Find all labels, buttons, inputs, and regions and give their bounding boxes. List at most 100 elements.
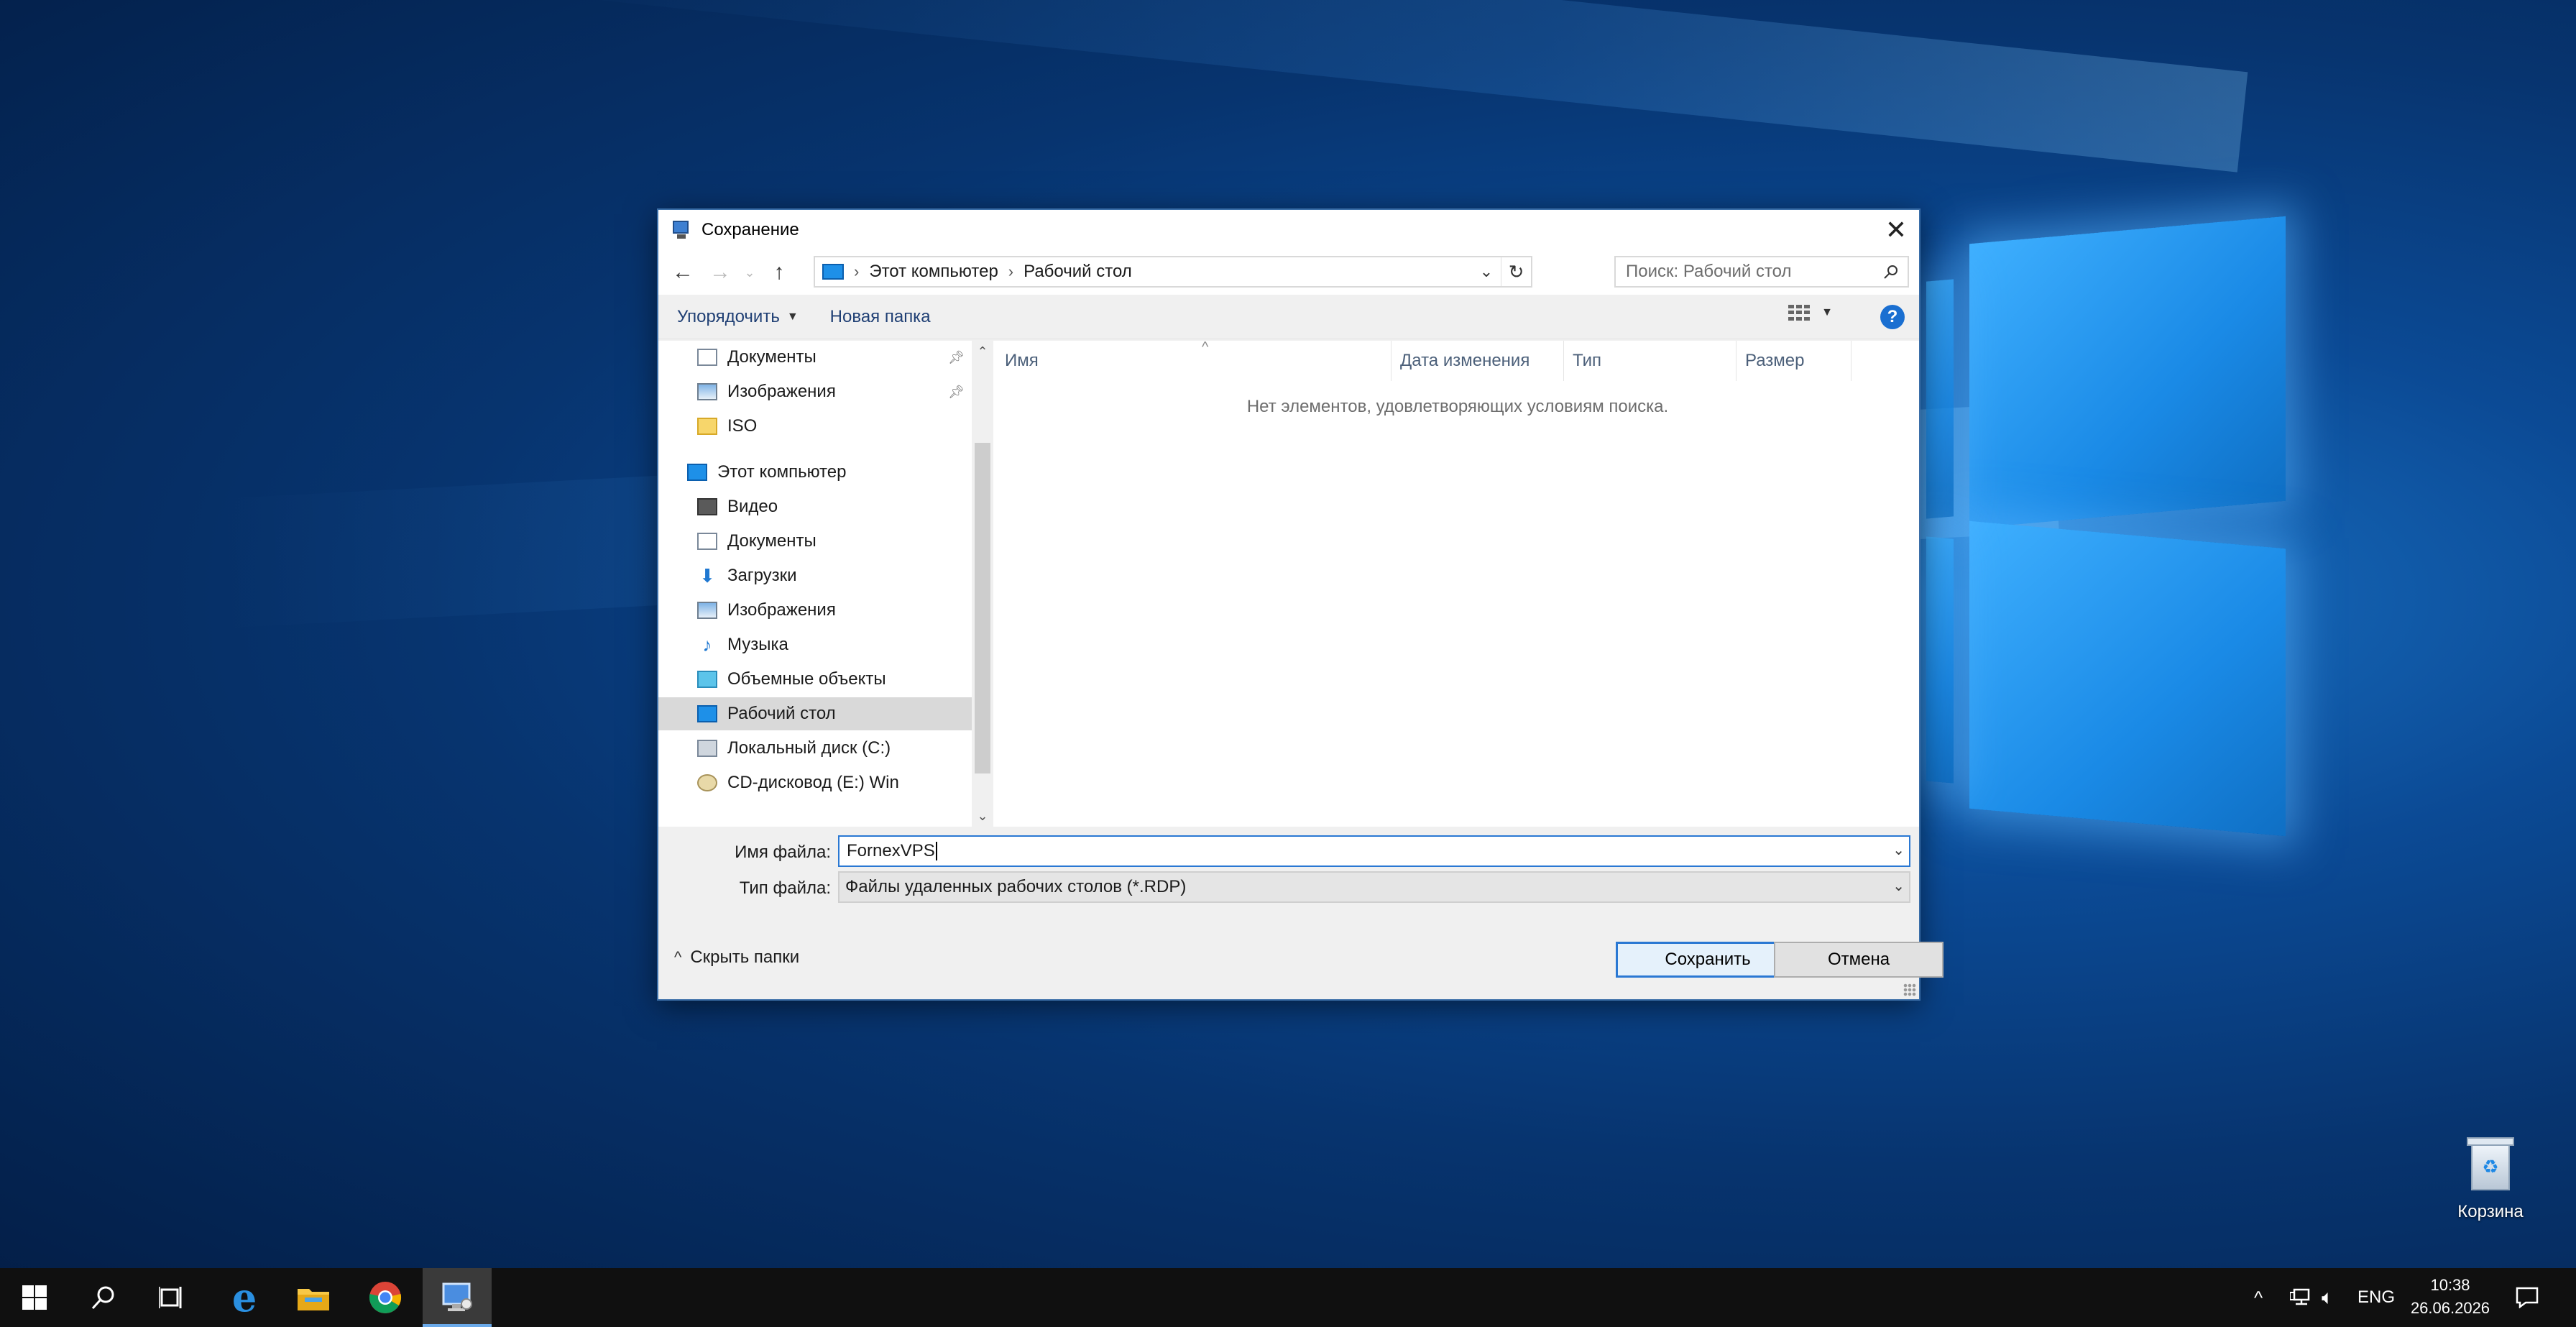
hide-folders-button[interactable]: ^ Скрыть папки [674, 947, 799, 968]
chevron-down-icon: ⌄ [1892, 878, 1905, 894]
search-icon [1884, 265, 1898, 279]
organize-button[interactable]: Упорядочить ▼ [664, 307, 811, 327]
chrome-button[interactable] [351, 1268, 420, 1327]
task-view-button[interactable] [138, 1268, 207, 1327]
nav-item-computer[interactable]: Этот компьютер [658, 456, 972, 489]
column-header-type[interactable]: Тип [1564, 341, 1736, 381]
navigation-scrollbar[interactable]: ⌃ ⌄ [972, 341, 993, 827]
scroll-down-icon[interactable]: ⌄ [972, 805, 993, 827]
save-button[interactable]: Сохранить [1616, 942, 1800, 978]
nav-item-video[interactable]: Видео [658, 490, 972, 523]
recent-locations-button[interactable]: ⌄ [739, 254, 760, 291]
breadcrumb-this-pc[interactable]: Этот компьютер [869, 262, 998, 282]
save-dialog: Сохранение ✕ ← → ⌄ ↑ › Этот компьютер › … [657, 208, 1944, 1001]
documents-icon [697, 349, 717, 366]
address-bar[interactable]: › Этот компьютер › Рабочий стол ⌄ ↻ [814, 256, 1532, 288]
desktop-icon [697, 705, 717, 722]
file-explorer-button[interactable] [279, 1268, 348, 1327]
search-input[interactable]: Поиск: Рабочий стол [1614, 256, 1909, 288]
search-button[interactable] [69, 1268, 138, 1327]
nav-item-folder[interactable]: ISO [658, 410, 972, 443]
scroll-thumb[interactable] [975, 443, 990, 773]
scroll-up-icon[interactable]: ⌃ [972, 341, 993, 362]
dialog-footer: Имя файла: FornexVPS ⌄ Тип файла: Файлы … [658, 827, 1944, 999]
taskbar: e ^ 🔈︎ ENG 10:38 26.06.2026 [0, 1268, 2576, 1327]
forward-button[interactable]: → [702, 254, 739, 291]
recycle-bin[interactable]: ♻ Корзина [2444, 1134, 2537, 1222]
navigation-pane[interactable]: Документы 📌︎ Изображения 📌︎ ISO Этот компьюте… [658, 341, 972, 827]
breadcrumb-separator-icon: › [854, 262, 860, 280]
nav-item-music[interactable]: ♪ Музыка [658, 628, 972, 661]
new-folder-button[interactable]: Новая папка [817, 307, 944, 327]
address-row: ← → ⌄ ↑ › Этот компьютер › Рабочий стол … [658, 250, 1919, 295]
nav-item-documents[interactable]: Документы 📌︎ [658, 341, 972, 374]
nav-item-label: Музыка [727, 635, 788, 654]
nav-item-label: Изображения [727, 600, 836, 620]
network-button[interactable] [2290, 1268, 2312, 1327]
refresh-button[interactable]: ↻ [1501, 257, 1531, 286]
pictures-icon [697, 383, 717, 400]
edge-button[interactable]: e [210, 1268, 279, 1327]
nav-item-pictures[interactable]: Изображения [658, 594, 972, 627]
column-header-date[interactable]: Дата изменения [1392, 341, 1564, 381]
dialog-titlebar[interactable]: Сохранение ✕ [658, 210, 1919, 250]
nav-item-drive[interactable]: Локальный диск (C:) [658, 732, 972, 765]
refresh-icon: ↻ [1508, 260, 1524, 283]
nav-item-label: CD-дисковод (E:) Win [727, 773, 899, 792]
nav-item-label: Изображения [727, 382, 836, 401]
filetype-label: Тип файла: [739, 878, 831, 898]
filename-field[interactable]: FornexVPS ⌄ [838, 835, 1910, 867]
windows-logo-pane [1969, 216, 2286, 529]
recycle-bin-icon: ♻ [2465, 1134, 2516, 1192]
nav-item-cd-drive[interactable]: CD-дисковод (E:) Win [658, 766, 972, 799]
column-header-name[interactable]: Имя [996, 341, 1392, 381]
file-explorer-icon [298, 1289, 329, 1310]
clock-time: 10:38 [2430, 1276, 2470, 1294]
nav-item-downloads[interactable]: ⬇ Загрузки [658, 559, 972, 592]
file-list[interactable]: ^ Имя Дата изменения Тип Размер Нет элем… [996, 339, 1919, 827]
chevron-down-icon: ⌄ [744, 265, 755, 280]
action-center-button[interactable] [2516, 1268, 2539, 1327]
close-button[interactable]: ✕ [1873, 210, 1919, 250]
windows-logo-pane [1926, 279, 1954, 519]
nav-item-pictures[interactable]: Изображения 📌︎ [658, 375, 972, 408]
up-button[interactable]: ↑ [760, 254, 798, 291]
resize-grip-icon[interactable] [1903, 983, 1916, 996]
close-icon: ✕ [1885, 215, 1908, 244]
nav-item-desktop[interactable]: Рабочий стол [658, 697, 972, 730]
help-button[interactable]: ? [1880, 305, 1905, 329]
command-toolbar: Упорядочить ▼ Новая папка ▼ ? [658, 295, 1919, 339]
breadcrumb-separator-icon: › [1008, 262, 1014, 280]
change-view-button[interactable]: ▼ [1788, 305, 1833, 321]
back-button[interactable]: ← [664, 254, 702, 291]
help-icon: ? [1887, 307, 1898, 326]
breadcrumb-desktop[interactable]: Рабочий стол [1024, 262, 1132, 282]
edge-icon: e [231, 1275, 257, 1321]
start-button[interactable] [0, 1268, 69, 1327]
filetype-select[interactable]: Файлы удаленных рабочих столов (*.RDP) ⌄ [838, 871, 1910, 903]
nav-item-label: Загрузки [727, 566, 797, 585]
volume-button[interactable]: 🔈︎ [2322, 1268, 2334, 1327]
dialog-body: Документы 📌︎ Изображения 📌︎ ISO Этот компьюте… [658, 339, 1919, 827]
windows-logo-pane [1969, 520, 2286, 837]
clock[interactable]: 10:38 26.06.2026 [2396, 1274, 2504, 1320]
input-language-button[interactable]: ENG [2358, 1268, 2395, 1327]
downloads-icon: ⬇ [699, 564, 715, 587]
drive-icon [697, 740, 717, 757]
chevron-down-icon[interactable]: ⌄ [1892, 841, 1905, 859]
filetype-value: Файлы удаленных рабочих столов (*.RDP) [845, 877, 1187, 896]
chrome-icon [369, 1282, 402, 1313]
remote-desktop-icon [671, 219, 693, 241]
nav-item-3d-objects[interactable]: Объемные объекты [658, 663, 972, 696]
address-dropdown-button[interactable]: ⌄ [1473, 257, 1499, 286]
remote-desktop-button[interactable] [423, 1268, 492, 1327]
nav-item-label: Рабочий стол [727, 704, 836, 723]
search-icon [91, 1286, 114, 1310]
nav-item-label: Документы [727, 347, 816, 367]
nav-item-documents[interactable]: Документы [658, 525, 972, 558]
cancel-button[interactable]: Отмена [1774, 942, 1944, 978]
column-header-size[interactable]: Размер [1736, 341, 1852, 381]
empty-message: Нет элементов, удовлетворяющих условиям … [1246, 397, 1669, 416]
show-hidden-icons-button[interactable]: ^ [2254, 1268, 2263, 1327]
light-beam [507, 0, 2248, 173]
